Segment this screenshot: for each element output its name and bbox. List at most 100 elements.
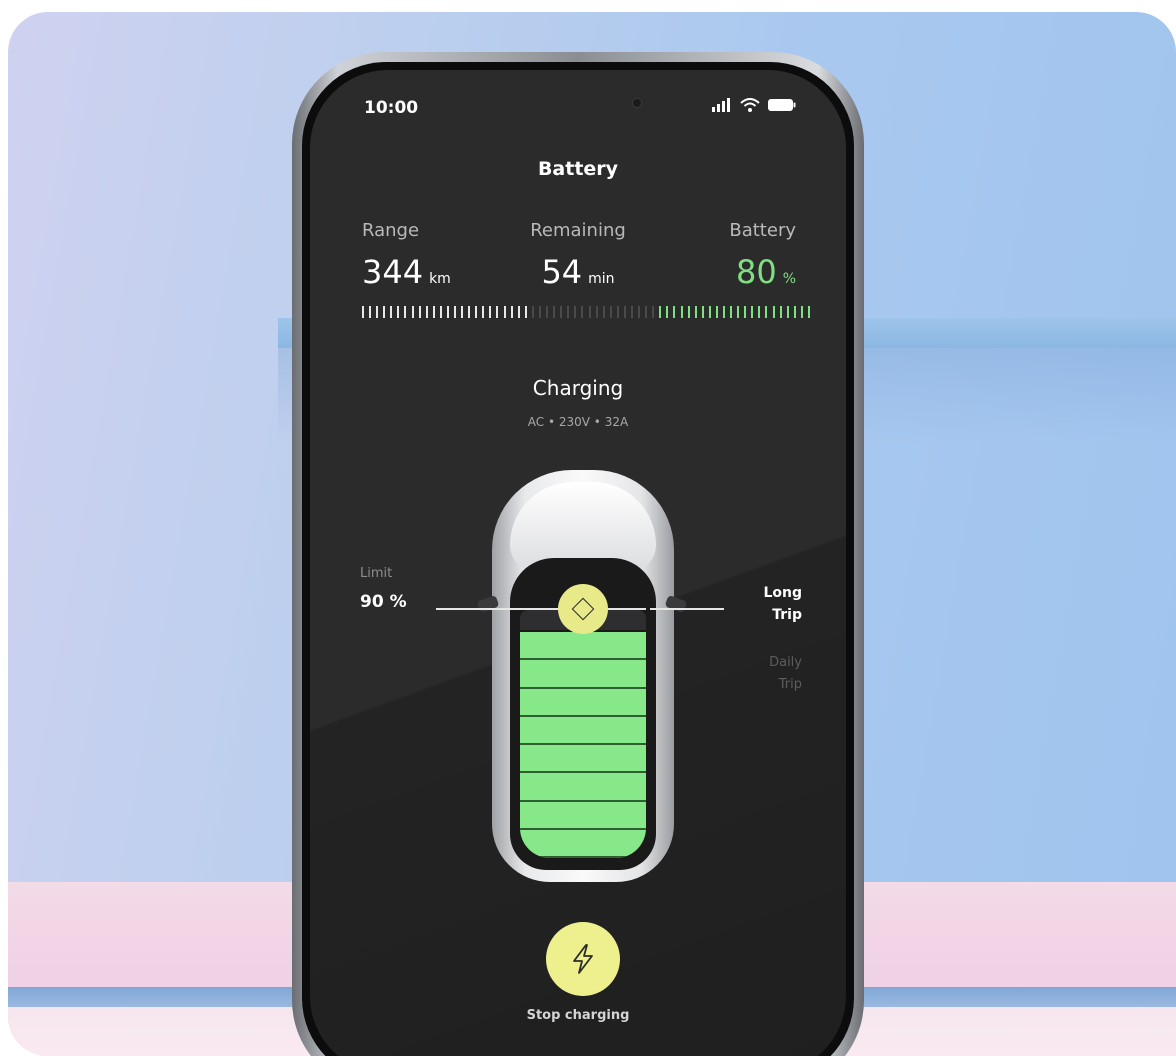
range-tick bbox=[503, 306, 506, 318]
battery-icon bbox=[768, 99, 796, 111]
range-tick bbox=[708, 306, 711, 318]
battery-cell bbox=[520, 716, 646, 745]
range-tick bbox=[758, 306, 761, 318]
range-tick bbox=[425, 306, 428, 318]
range-tick bbox=[652, 306, 655, 318]
range-tick bbox=[574, 306, 577, 318]
long-trip-line1: Long bbox=[763, 585, 802, 601]
range-tick bbox=[595, 306, 598, 318]
range-tick bbox=[623, 306, 626, 318]
battery-unit: % bbox=[782, 271, 796, 287]
range-tick bbox=[588, 306, 591, 318]
app-screen: 10:00 Battery Range 344 km Remaining 54 … bbox=[310, 70, 846, 1056]
range-tick bbox=[581, 306, 584, 318]
range-tick bbox=[538, 306, 541, 318]
stop-charging-label: Stop charging bbox=[526, 1008, 630, 1023]
phone-bezel: 10:00 Battery Range 344 km Remaining 54 … bbox=[302, 62, 854, 1056]
signal-icon bbox=[712, 98, 730, 112]
stop-charging-button[interactable] bbox=[546, 922, 620, 996]
range-tick bbox=[786, 306, 789, 318]
range-tick bbox=[369, 306, 372, 318]
battery-cell bbox=[520, 745, 646, 774]
range-tick bbox=[715, 306, 718, 318]
range-tick bbox=[446, 306, 449, 318]
range-tick bbox=[362, 306, 364, 318]
range-tick bbox=[482, 306, 485, 318]
range-tick bbox=[411, 306, 414, 318]
battery-value: 80 bbox=[735, 253, 777, 291]
range-tick bbox=[567, 306, 570, 318]
remaining-unit: min bbox=[588, 271, 615, 287]
wifi-icon bbox=[740, 98, 760, 112]
long-trip-option[interactable]: Long Trip bbox=[722, 582, 802, 626]
range-tick bbox=[616, 306, 619, 318]
range-tick bbox=[737, 306, 740, 318]
range-tick bbox=[546, 306, 549, 318]
range-tick bbox=[390, 306, 393, 318]
range-tick bbox=[475, 306, 478, 318]
range-tick bbox=[461, 306, 464, 318]
range-tick bbox=[496, 306, 499, 318]
battery-cell bbox=[520, 773, 646, 802]
range-tick bbox=[609, 306, 612, 318]
diamond-icon bbox=[571, 597, 595, 621]
range-tick bbox=[524, 306, 527, 318]
range-tick bbox=[468, 306, 471, 318]
range-tick bbox=[779, 306, 782, 318]
range-tick bbox=[751, 306, 754, 318]
range-tick bbox=[666, 306, 669, 318]
range-tick bbox=[659, 306, 662, 318]
range-tick bbox=[418, 306, 421, 318]
range-tick bbox=[730, 306, 733, 318]
range-tick bbox=[645, 306, 648, 318]
range-tick bbox=[560, 306, 563, 318]
range-tick bbox=[772, 306, 775, 318]
daily-trip-line1: Daily bbox=[769, 655, 802, 670]
limit-value: 90 % bbox=[360, 592, 407, 612]
limit-line-right bbox=[650, 608, 724, 610]
range-tick bbox=[553, 306, 556, 318]
page-title: Battery bbox=[537, 158, 619, 180]
range-tick bbox=[687, 306, 690, 318]
range-tick bbox=[807, 306, 810, 318]
range-tick bbox=[531, 306, 534, 318]
battery-cell bbox=[520, 688, 646, 717]
range-tick bbox=[638, 306, 641, 318]
range-tick bbox=[376, 306, 379, 318]
range-tick bbox=[602, 306, 605, 318]
limit-slider-handle[interactable] bbox=[558, 584, 608, 634]
range-tick bbox=[765, 306, 768, 318]
charging-title: Charging bbox=[532, 376, 624, 400]
range-tick bbox=[744, 306, 747, 318]
range-tick bbox=[489, 306, 492, 318]
battery-cell bbox=[520, 660, 646, 689]
battery-value-row: 80% bbox=[729, 253, 796, 291]
battery-cells bbox=[520, 610, 646, 858]
battery-cell bbox=[520, 801, 646, 830]
range-tick bbox=[793, 306, 796, 318]
range-tick bbox=[432, 306, 435, 318]
battery-stat: Battery 80% bbox=[729, 220, 796, 291]
daily-trip-line2: Trip bbox=[778, 677, 802, 692]
range-tick bbox=[673, 306, 676, 318]
charging-subtitle: AC • 230V • 32A bbox=[527, 415, 629, 429]
range-tick bbox=[694, 306, 697, 318]
range-tick bbox=[701, 306, 704, 318]
daily-trip-option[interactable]: Daily Trip bbox=[722, 652, 802, 696]
range-tick bbox=[383, 306, 386, 318]
lightning-icon bbox=[573, 944, 593, 974]
long-trip-line2: Trip bbox=[772, 607, 802, 623]
range-tick bbox=[510, 306, 513, 318]
battery-cell bbox=[520, 632, 646, 661]
battery-label: Battery bbox=[729, 220, 796, 241]
camera-icon bbox=[632, 98, 642, 108]
range-tick bbox=[454, 306, 457, 318]
status-time: 10:00 bbox=[364, 98, 419, 118]
range-tick bbox=[439, 306, 442, 318]
range-tick bbox=[517, 306, 520, 318]
range-tick-bar bbox=[362, 306, 810, 318]
range-tick bbox=[404, 306, 407, 318]
limit-line-left bbox=[436, 608, 526, 610]
range-tick bbox=[630, 306, 633, 318]
status-icons bbox=[712, 98, 796, 112]
